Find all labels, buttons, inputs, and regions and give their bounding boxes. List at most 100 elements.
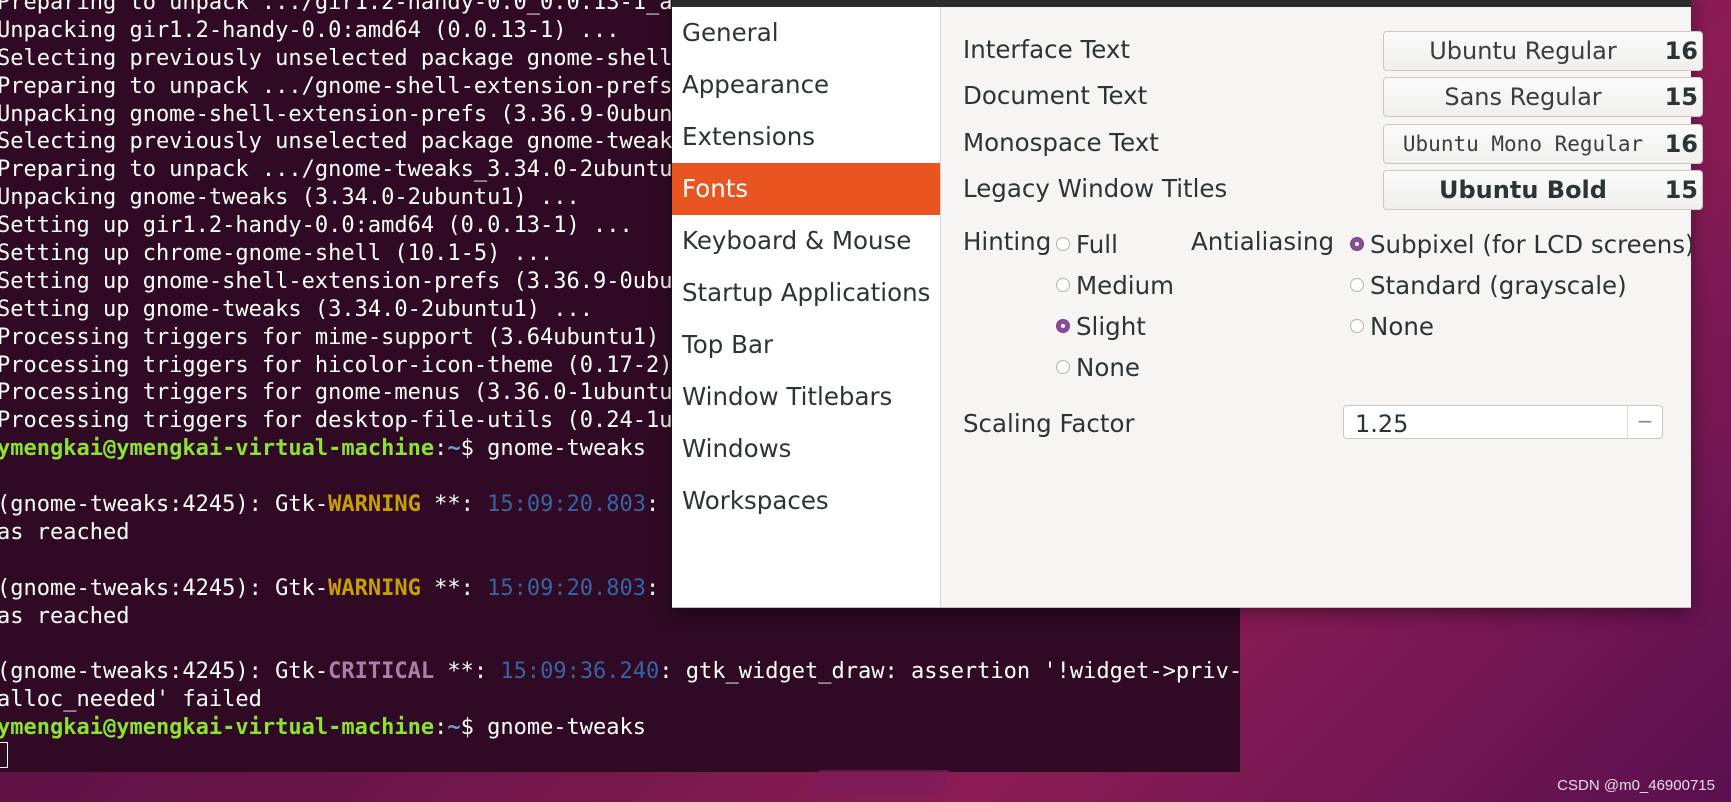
terminal-text: (gnome-tweaks:4245): Gtk-	[0, 492, 329, 518]
terminal-text: Processing triggers for gnome-menus (3.3…	[0, 380, 752, 406]
sidebar-item-windows[interactable]: Windows	[672, 423, 940, 475]
terminal-text: (gnome-tweaks:4245): Gtk-	[0, 575, 329, 601]
hinting-medium-radio[interactable]: Medium	[1056, 266, 1174, 304]
radio-indicator-selected	[1350, 237, 1364, 251]
scaling-factor-label: Scaling Factor	[963, 409, 1135, 438]
terminal-text: $ gnome-tweaks	[460, 715, 647, 741]
terminal-text: Processing triggers for mime-support (3.…	[0, 324, 713, 350]
radio-indicator	[1056, 278, 1070, 292]
terminal-text: CRITICAL	[328, 659, 435, 685]
legacy-window-titles-row: Legacy Window Titles Ubuntu Bold 15	[963, 170, 1703, 210]
terminal-text: WARNING	[328, 575, 421, 601]
sidebar-item-startup-applications[interactable]: Startup Applications	[672, 267, 940, 319]
sidebar: General Appearance Extensions Fonts Keyb…	[672, 7, 941, 607]
terminal-text: as reached	[0, 519, 130, 545]
tweaks-window: General Appearance Extensions Fonts Keyb…	[672, 0, 1703, 608]
terminal-line: (gnome-tweaks:4245): Gtk-CRITICAL **: 15…	[0, 658, 1240, 686]
hinting-slight-radio[interactable]: Slight	[1056, 307, 1146, 345]
terminal-text: Unpacking gir1.2-handy-0.0:amd64 (0.0.13…	[0, 17, 620, 43]
terminal-text: **:	[434, 659, 501, 685]
sidebar-item-window-titlebars[interactable]: Window Titlebars	[672, 371, 940, 423]
interface-text-row: Interface Text Ubuntu Regular 16	[963, 31, 1703, 71]
sidebar-item-appearance[interactable]: Appearance	[672, 59, 940, 111]
desktop-wallpaper-shape	[810, 770, 950, 796]
radio-indicator	[1350, 278, 1364, 292]
scaling-factor-spinbutton: −	[1343, 405, 1663, 439]
document-text-label: Document Text	[963, 81, 1148, 110]
monospace-text-font-button[interactable]: Ubuntu Mono Regular 16	[1383, 124, 1703, 164]
terminal-text: ymengkai@ymengkai-virtual-machine	[0, 436, 435, 462]
antialiasing-subpixel-radio[interactable]: Subpixel (for LCD screens)	[1350, 225, 1695, 263]
radio-label: None	[1076, 352, 1140, 382]
font-size: 16	[1664, 37, 1698, 65]
terminal-text: Processing triggers for hicolor-icon-the…	[0, 352, 726, 378]
terminal-line: alloc_needed' failed	[0, 686, 1240, 714]
decrease-button[interactable]: −	[1627, 406, 1662, 438]
font-size: 15	[1664, 83, 1698, 111]
sidebar-item-top-bar[interactable]: Top Bar	[672, 319, 940, 371]
terminal-text: alloc_needed' failed	[0, 687, 262, 713]
hinting-label: Hinting	[963, 227, 1052, 256]
terminal-text: Setting up gir1.2-handy-0.0:amd64 (0.0.1…	[0, 213, 633, 239]
antialiasing-none-radio[interactable]: None	[1350, 307, 1434, 345]
terminal-cursor	[0, 742, 8, 769]
sidebar-item-workspaces[interactable]: Workspaces	[672, 475, 940, 527]
terminal-text: $ gnome-tweaks	[460, 436, 647, 462]
hinting-none-radio[interactable]: None	[1056, 348, 1140, 386]
terminal-text: Setting up chrome-gnome-shell (10.1-5) .…	[0, 241, 554, 267]
fonts-panel: Interface Text Ubuntu Regular 16 Documen…	[941, 7, 1703, 607]
terminal-text: ymengkai@ymengkai-virtual-machine	[0, 715, 435, 741]
sidebar-item-keyboard-mouse[interactable]: Keyboard & Mouse	[672, 215, 940, 267]
terminal-text: **:	[420, 492, 488, 518]
antialiasing-standard-radio[interactable]: Standard (grayscale)	[1350, 266, 1627, 304]
legacy-window-titles-label: Legacy Window Titles	[963, 174, 1228, 203]
font-name: Sans Regular	[1444, 83, 1602, 111]
watermark: CSDN @m0_46900715	[1557, 777, 1715, 794]
terminal-text: : gtk_widget_draw: assertion '!widget->p…	[659, 659, 1240, 685]
interface-text-label: Interface Text	[963, 35, 1131, 64]
radio-label: Slight	[1076, 311, 1146, 341]
terminal-text: :	[434, 715, 448, 741]
font-size: 16	[1664, 130, 1698, 158]
monospace-text-label: Monospace Text	[963, 128, 1159, 157]
terminal-text: Setting up gnome-tweaks (3.34.0-2ubuntu1…	[0, 296, 594, 322]
radio-indicator	[1350, 319, 1364, 333]
sidebar-item-fonts[interactable]: Fonts	[672, 163, 940, 215]
terminal-text: Unpacking gnome-tweaks (3.34.0-2ubuntu1)…	[0, 185, 580, 211]
radio-indicator-selected	[1056, 319, 1070, 333]
terminal-text: ~	[447, 436, 461, 462]
terminal-text: 15:09:36.240	[500, 659, 660, 685]
terminal-text: Selecting previously unselected package …	[0, 129, 699, 155]
terminal-text: :	[434, 436, 448, 462]
terminal-line: ymengkai@ymengkai-virtual-machine:~$ gno…	[0, 714, 1240, 742]
terminal-text: ~	[447, 715, 461, 741]
terminal-text: 15:09:20.803	[487, 492, 647, 518]
terminal-text: **:	[420, 575, 488, 601]
sidebar-item-general[interactable]: General	[672, 7, 940, 59]
scaling-factor-input[interactable]	[1353, 409, 1577, 439]
monospace-text-row: Monospace Text Ubuntu Mono Regular 16	[963, 124, 1703, 164]
radio-label: Full	[1076, 229, 1118, 259]
terminal-cursor-line	[0, 742, 1240, 770]
terminal-text: 15:09:20.803	[487, 575, 647, 601]
terminal-text: as reached	[0, 603, 130, 629]
window-header-edge	[672, 0, 1691, 7]
interface-text-font-button[interactable]: Ubuntu Regular 16	[1383, 31, 1703, 71]
font-size: 15	[1664, 176, 1698, 204]
legacy-window-titles-font-button[interactable]: Ubuntu Bold 15	[1383, 170, 1703, 210]
document-text-font-button[interactable]: Sans Regular 15	[1383, 77, 1703, 117]
radio-label: Subpixel (for LCD screens)	[1370, 229, 1695, 259]
document-text-row: Document Text Sans Regular 15	[963, 77, 1703, 117]
hinting-full-radio[interactable]: Full	[1056, 225, 1118, 263]
antialiasing-label: Antialiasing	[1191, 227, 1334, 256]
font-name: Ubuntu Mono Regular	[1402, 132, 1644, 156]
radio-label: Medium	[1076, 270, 1174, 300]
sidebar-item-extensions[interactable]: Extensions	[672, 111, 940, 163]
terminal-text: (gnome-tweaks:4245): Gtk-	[0, 659, 329, 685]
radio-label: None	[1370, 311, 1434, 341]
font-name: Ubuntu Regular	[1429, 37, 1617, 65]
radio-label: Standard (grayscale)	[1370, 270, 1627, 300]
font-name: Ubuntu Bold	[1439, 176, 1607, 204]
terminal-text: WARNING	[328, 492, 421, 518]
